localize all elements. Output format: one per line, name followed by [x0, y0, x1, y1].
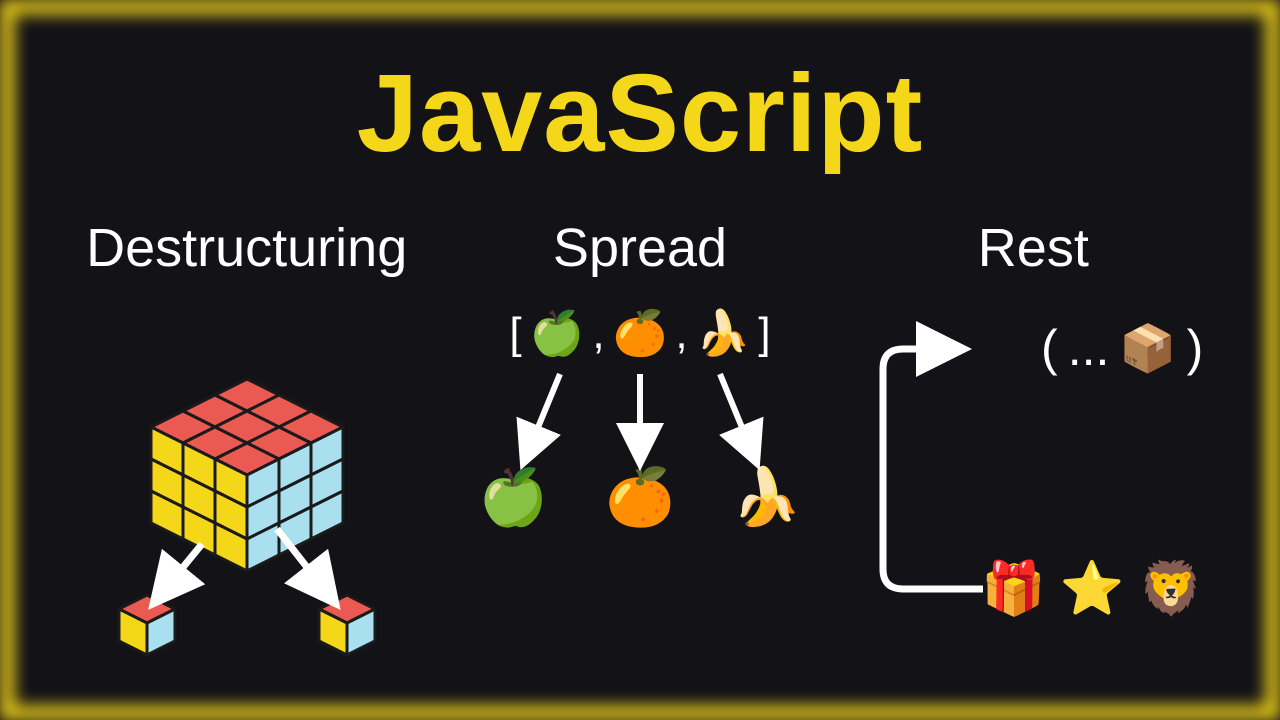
- gift-icon: 🎁: [981, 558, 1046, 619]
- orange-icon: 🍊: [613, 312, 668, 356]
- column-spread: Spread [ 🍏 , 🍊 , 🍌 ]: [443, 217, 836, 720]
- apple-icon: 🍏: [530, 312, 585, 356]
- star-icon: ⭐: [1060, 558, 1125, 619]
- columns: Destructuring: [50, 217, 1230, 720]
- column-destructuring: Destructuring: [50, 217, 443, 720]
- comma: ,: [675, 309, 687, 359]
- array-literal: [ 🍏 , 🍊 , 🍌 ]: [450, 309, 830, 359]
- banana-icon: 🍌: [696, 312, 751, 356]
- page-title: JavaScript: [50, 50, 1230, 177]
- lion-icon: 🦁: [1139, 558, 1204, 619]
- column-label: Rest: [978, 217, 1089, 279]
- arrow-icon: [87, 309, 407, 669]
- rest-args: 🎁 ⭐ 🦁: [981, 558, 1203, 619]
- column-label: Destructuring: [86, 217, 407, 279]
- arrow-icon: [450, 364, 830, 484]
- rest-illustration: ( ... 📦 ) 🎁: [837, 309, 1230, 720]
- column-label: Spread: [553, 217, 727, 279]
- bracket-open: [: [509, 309, 521, 359]
- page: JavaScript Destructuring: [0, 0, 1280, 720]
- column-rest: Rest ( ... 📦 ): [837, 217, 1230, 720]
- destructuring-illustration: [50, 309, 443, 720]
- spread-illustration: [ 🍏 , 🍊 , 🍌 ]: [443, 309, 836, 720]
- comma: ,: [592, 309, 604, 359]
- bracket-close: ]: [758, 309, 770, 359]
